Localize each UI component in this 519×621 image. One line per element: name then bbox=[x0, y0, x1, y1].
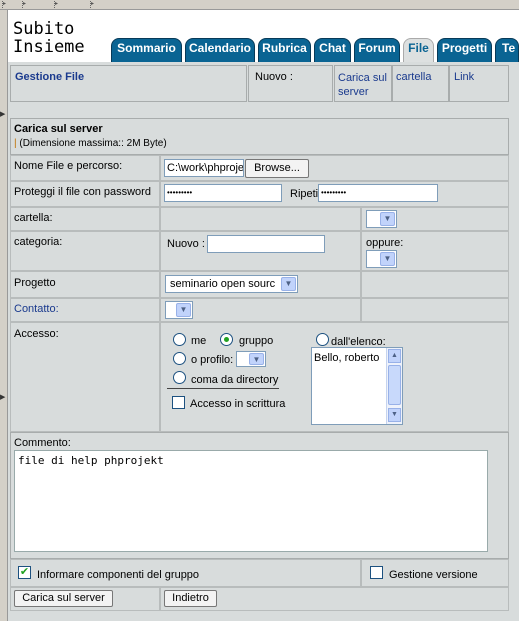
category-label-cell: categoria: bbox=[10, 231, 160, 271]
header-link-cell: Carica sul server bbox=[334, 65, 392, 102]
category-new-input[interactable] bbox=[207, 235, 325, 253]
frame-left-border: ▶ ▶ bbox=[0, 10, 8, 621]
header-link-cell: cartella bbox=[392, 65, 449, 102]
comment-textarea[interactable]: file di help phprojekt bbox=[14, 450, 488, 552]
contact-label[interactable]: Contatto: bbox=[14, 303, 59, 315]
contact-select[interactable]: ▼ bbox=[165, 301, 193, 319]
frame-arrow-icon[interactable]: ▶ bbox=[0, 393, 5, 401]
password-label: Proteggi il file con password bbox=[14, 186, 151, 198]
frame-resize-handle[interactable]: ▸ bbox=[22, 1, 52, 8]
access-label: Accesso: bbox=[14, 328, 59, 340]
chevron-down-icon: ▼ bbox=[281, 277, 296, 291]
access-list-radio[interactable] bbox=[316, 333, 329, 346]
category-new-label: Nuovo : bbox=[167, 238, 205, 250]
write-access-checkbox[interactable] bbox=[172, 396, 185, 409]
tab-rubrica[interactable]: Rubrica bbox=[258, 38, 311, 62]
logo-line-1: Subito bbox=[13, 19, 75, 39]
logo-line-2: Insieme bbox=[13, 37, 85, 57]
link-upload-server[interactable]: Carica sul server bbox=[338, 71, 392, 99]
inform-group-label: Informare componenti del gruppo bbox=[37, 569, 200, 581]
project-select-value: seminario open sourc bbox=[170, 278, 276, 290]
frame-resize-handle[interactable]: ▸ bbox=[54, 1, 88, 8]
access-profile-select[interactable]: ▼ bbox=[236, 351, 266, 367]
inform-group-checkbox[interactable]: ✔ bbox=[18, 566, 31, 579]
file-label-cell: Nome File e percorso: bbox=[10, 155, 160, 181]
tab-chat[interactable]: Chat bbox=[314, 38, 351, 62]
header-link-cell: Link bbox=[449, 65, 509, 102]
access-group-label: gruppo bbox=[239, 335, 274, 347]
chevron-down-icon: ▼ bbox=[380, 252, 395, 266]
upload-submit-button[interactable]: Carica sul server bbox=[14, 590, 113, 607]
tab-file[interactable]: File bbox=[403, 38, 434, 62]
list-item[interactable]: Bello, roberto bbox=[314, 352, 379, 364]
access-directory-radio[interactable] bbox=[173, 371, 186, 384]
scroll-up-icon[interactable]: ▲ bbox=[388, 349, 401, 363]
header-new-cell: Nuovo : bbox=[248, 65, 333, 102]
page-title: Gestione File bbox=[15, 71, 85, 83]
frame-top-bar: ▸ ▸ ▸ ▸ bbox=[0, 0, 519, 10]
chevron-down-icon: ▼ bbox=[176, 303, 191, 317]
folder-label-cell: cartella: bbox=[10, 207, 160, 231]
frame-resize-handle[interactable]: ▸ bbox=[90, 1, 116, 8]
app-logo: Subito Insieme bbox=[10, 14, 107, 62]
project-label-cell: Progetto bbox=[10, 271, 160, 298]
back-button[interactable]: Indietro bbox=[164, 590, 217, 607]
upload-size-limit: | (Dimensione massima:: 2M Byte) bbox=[14, 138, 167, 149]
category-select[interactable]: ▼ bbox=[366, 250, 397, 268]
file-path-input[interactable]: C:\work\phproje bbox=[164, 159, 244, 177]
upload-title: Carica sul server bbox=[14, 123, 103, 135]
access-divider bbox=[167, 388, 279, 389]
category-label: categoria: bbox=[14, 236, 63, 248]
access-me-label: me bbox=[191, 335, 207, 347]
version-checkbox[interactable] bbox=[370, 566, 383, 579]
contact-empty-cell bbox=[361, 298, 509, 322]
browse-button[interactable]: Browse... bbox=[245, 159, 309, 178]
password-label-cell: Proteggi il file con password bbox=[10, 181, 160, 207]
repeat-label: Ripeti bbox=[290, 188, 319, 200]
access-me-radio[interactable] bbox=[173, 333, 186, 346]
access-directory-label: coma da directory bbox=[191, 374, 279, 386]
frame-arrow-icon[interactable]: ▶ bbox=[0, 110, 5, 118]
contact-label-cell: Contatto: bbox=[10, 298, 160, 322]
password-input[interactable]: ••••••••• bbox=[164, 184, 282, 202]
version-label: Gestione versione bbox=[389, 569, 478, 581]
access-profile-label: o profilo: bbox=[191, 354, 234, 366]
chevron-down-icon: ▼ bbox=[249, 353, 264, 365]
upload-header: Carica sul server | (Dimensione massima:… bbox=[10, 118, 509, 155]
tab-progetti[interactable]: Progetti bbox=[437, 38, 492, 62]
header-title-cell: Gestione File bbox=[10, 65, 247, 102]
access-group-radio[interactable] bbox=[220, 333, 233, 346]
frame-resize-handle[interactable]: ▸ bbox=[2, 1, 20, 8]
new-label: Nuovo : bbox=[255, 71, 293, 83]
folder-label: cartella: bbox=[14, 212, 53, 224]
write-access-label: Accesso in scrittura bbox=[190, 398, 286, 410]
comment-label: Commento: bbox=[14, 437, 71, 449]
repeat-password-input[interactable]: ••••••••• bbox=[318, 184, 438, 202]
project-label: Progetto bbox=[14, 277, 56, 289]
chevron-down-icon: ▼ bbox=[380, 212, 395, 226]
access-user-list[interactable]: Bello, roberto ▲ ▼ bbox=[311, 347, 403, 425]
folder-empty-cell bbox=[160, 207, 361, 231]
scroll-thumb[interactable] bbox=[388, 365, 401, 405]
list-scrollbar[interactable]: ▲ ▼ bbox=[386, 348, 402, 424]
link-link[interactable]: Link bbox=[454, 71, 474, 83]
access-label-cell: Accesso: bbox=[10, 322, 160, 432]
project-empty-cell bbox=[361, 271, 509, 298]
tab-te[interactable]: Te bbox=[495, 38, 519, 62]
tab-forum[interactable]: Forum bbox=[354, 38, 400, 62]
access-profile-radio[interactable] bbox=[173, 352, 186, 365]
tab-sommario[interactable]: Sommario bbox=[111, 38, 182, 62]
project-select[interactable]: seminario open sourc ▼ bbox=[165, 275, 298, 293]
category-or-label: oppure: bbox=[366, 237, 404, 249]
file-label: Nome File e percorso: bbox=[14, 160, 123, 172]
folder-select[interactable]: ▼ bbox=[366, 210, 397, 228]
main-tab-bar: Sommario Calendario Rubrica Chat Forum F… bbox=[107, 38, 519, 62]
upload-size-limit-text: (Dimensione massima:: 2M Byte) bbox=[19, 138, 167, 149]
tab-calendario[interactable]: Calendario bbox=[185, 38, 255, 62]
scroll-down-icon[interactable]: ▼ bbox=[388, 408, 401, 422]
link-folder[interactable]: cartella bbox=[396, 71, 431, 83]
